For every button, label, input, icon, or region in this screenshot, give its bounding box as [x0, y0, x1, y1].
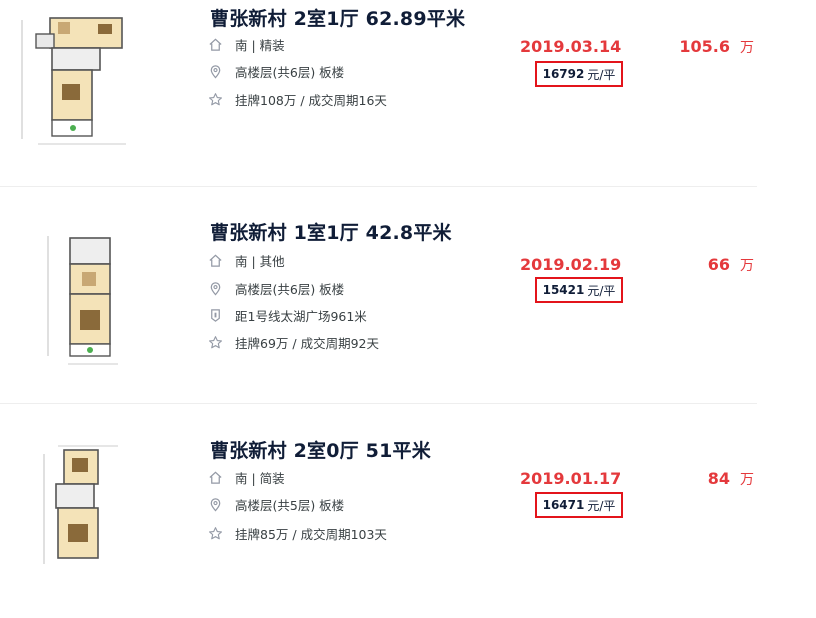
- floorplan-image: [18, 226, 133, 371]
- total-price: 84 万: [708, 469, 754, 489]
- floor-building-text: 高楼层(共5层) 板楼: [235, 497, 345, 513]
- total-price-unit: 万: [740, 40, 754, 56]
- star-icon: [208, 335, 223, 350]
- listing-item[interactable]: 曹张新村 1室1厅 42.8平米 南 | 其他 高楼层(共6层) 板楼 距1号线…: [0, 214, 816, 400]
- total-price-unit: 万: [740, 258, 754, 274]
- total-price: 66 万: [708, 255, 754, 275]
- house-icon: [208, 37, 223, 52]
- listing-info-row: 挂牌69万 / 成交周期92天: [208, 332, 379, 352]
- unit-price-highlight: 16471 元/平: [535, 492, 623, 518]
- orientation-decoration-text: 南 | 简装: [235, 470, 285, 486]
- orientation-row: 南 | 简装: [208, 467, 285, 487]
- listing-info-row: 挂牌108万 / 成交周期16天: [208, 89, 387, 109]
- location-pin-icon: [208, 497, 223, 512]
- listing-item[interactable]: 曹张新村 2室0厅 51平米 南 | 简装 高楼层(共5层) 板楼 挂牌85万 …: [0, 432, 816, 618]
- unit-price-value: 15421: [542, 283, 585, 297]
- listing-info-text: 挂牌108万 / 成交周期16天: [235, 92, 387, 108]
- subway-icon: [208, 308, 223, 323]
- orientation-row: 南 | 精装: [208, 34, 285, 54]
- floorplan-thumbnail[interactable]: [18, 226, 133, 371]
- floorplan-image: [18, 4, 133, 149]
- star-icon: [208, 92, 223, 107]
- orientation-row: 南 | 其他: [208, 250, 285, 270]
- orientation-decoration-text: 南 | 精装: [235, 37, 285, 53]
- total-price-value: 84: [707, 469, 730, 488]
- listing-title[interactable]: 曹张新村 1室1厅 42.8平米: [210, 218, 452, 245]
- floorplan-image: [18, 440, 133, 585]
- floor-row: 高楼层(共5层) 板楼: [208, 494, 344, 514]
- house-icon: [208, 253, 223, 268]
- orientation-decoration-text: 南 | 其他: [235, 253, 285, 269]
- unit-price-value: 16792: [542, 67, 585, 81]
- listing-title[interactable]: 曹张新村 2室1厅 62.89平米: [210, 4, 465, 31]
- total-price-unit: 万: [740, 472, 754, 488]
- total-price-value: 105.6: [679, 37, 730, 56]
- location-pin-icon: [208, 64, 223, 79]
- unit-price-unit: 元/平: [587, 498, 616, 513]
- deal-date: 2019.03.14: [520, 37, 622, 56]
- floorplan-thumbnail[interactable]: [18, 4, 133, 149]
- floor-row: 高楼层(共6层) 板楼: [208, 61, 344, 81]
- floor-building-text: 高楼层(共6层) 板楼: [235, 64, 345, 80]
- listing-info-text: 挂牌85万 / 成交周期103天: [235, 526, 387, 542]
- listing-divider: [0, 403, 757, 404]
- listing-info-row: 挂牌85万 / 成交周期103天: [208, 523, 387, 543]
- floor-row: 高楼层(共6层) 板楼: [208, 278, 344, 298]
- unit-price-highlight: 15421 元/平: [535, 277, 623, 303]
- star-icon: [208, 526, 223, 541]
- floorplan-thumbnail[interactable]: [18, 440, 133, 585]
- unit-price-unit: 元/平: [587, 283, 616, 298]
- house-icon: [208, 470, 223, 485]
- unit-price-unit: 元/平: [587, 67, 616, 82]
- floor-building-text: 高楼层(共6层) 板楼: [235, 281, 345, 297]
- deal-date: 2019.02.19: [520, 255, 622, 274]
- subway-row: 距1号线太湖广场961米: [208, 305, 367, 325]
- subway-distance-text: 距1号线太湖广场961米: [235, 308, 367, 324]
- total-price-value: 66: [707, 255, 730, 274]
- unit-price-value: 16471: [542, 498, 585, 512]
- location-pin-icon: [208, 281, 223, 296]
- listing-title[interactable]: 曹张新村 2室0厅 51平米: [210, 436, 431, 463]
- unit-price-highlight: 16792 元/平: [535, 61, 623, 87]
- listing-item[interactable]: 曹张新村 2室1厅 62.89平米 南 | 精装 高楼层(共6层) 板楼 挂牌1…: [0, 0, 816, 186]
- listing-info-text: 挂牌69万 / 成交周期92天: [235, 335, 379, 351]
- listing-divider: [0, 186, 757, 187]
- total-price: 105.6 万: [679, 37, 754, 57]
- deal-date: 2019.01.17: [520, 469, 622, 488]
